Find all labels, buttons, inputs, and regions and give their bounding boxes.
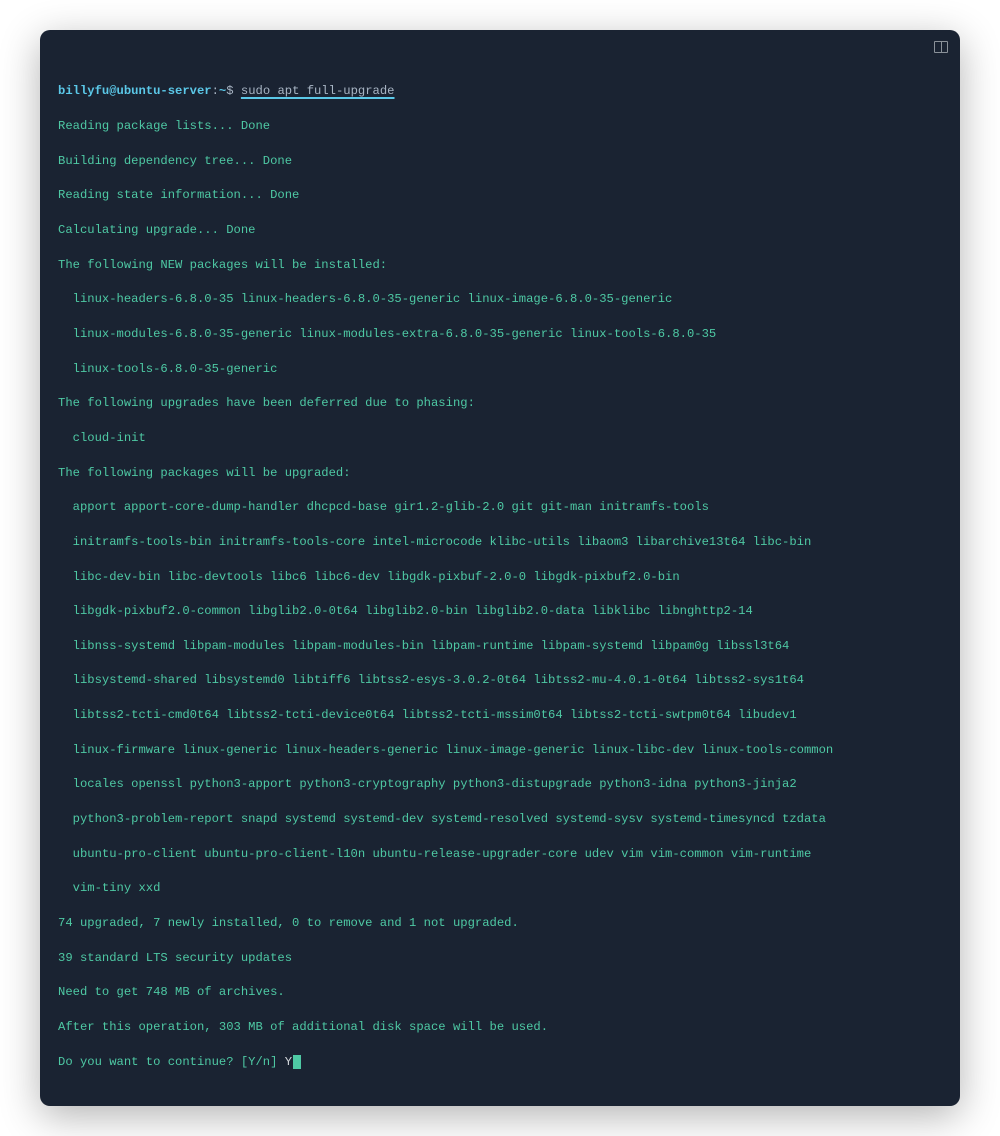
output-upgraded-header: The following packages will be upgraded: <box>58 465 942 482</box>
output-upgraded-package: libtss2-tcti-cmd0t64 libtss2-tcti-device… <box>58 707 942 724</box>
output-new-package: linux-tools-6.8.0-35-generic <box>58 361 942 378</box>
output-upgraded-package: apport apport-core-dump-handler dhcpcd-b… <box>58 499 942 516</box>
output-new-header: The following NEW packages will be insta… <box>58 257 942 274</box>
output-line: Calculating upgrade... Done <box>58 222 942 239</box>
output-line: Reading package lists... Done <box>58 118 942 135</box>
output-upgraded-package: python3-problem-report snapd systemd sys… <box>58 811 942 828</box>
output-upgraded-package: initramfs-tools-bin initramfs-tools-core… <box>58 534 942 551</box>
confirm-prompt: Do you want to continue? [Y/n] <box>58 1055 285 1069</box>
output-upgraded-package: locales openssl python3-apport python3-c… <box>58 776 942 793</box>
prompt-user-host: billyfu@ubuntu-server <box>58 84 212 98</box>
panel-toggle-icon[interactable] <box>934 41 948 53</box>
output-security: 39 standard LTS security updates <box>58 950 942 967</box>
output-upgraded-package: libc-dev-bin libc-devtools libc6 libc6-d… <box>58 569 942 586</box>
output-disk-space: After this operation, 303 MB of addition… <box>58 1019 942 1036</box>
output-summary: 74 upgraded, 7 newly installed, 0 to rem… <box>58 915 942 932</box>
output-upgraded-package: libsystemd-shared libsystemd0 libtiff6 l… <box>58 672 942 689</box>
output-upgraded-package: linux-firmware linux-generic linux-heade… <box>58 742 942 759</box>
confirm-response[interactable]: Y <box>285 1055 292 1069</box>
cursor <box>293 1055 301 1069</box>
output-upgraded-package: libnss-systemd libpam-modules libpam-mod… <box>58 638 942 655</box>
prompt-separator: : <box>212 84 219 98</box>
output-new-package: linux-modules-6.8.0-35-generic linux-mod… <box>58 326 942 343</box>
output-upgraded-package: ubuntu-pro-client ubuntu-pro-client-l10n… <box>58 846 942 863</box>
prompt-line: billyfu@ubuntu-server:~$ sudo apt full-u… <box>58 83 942 100</box>
output-deferred-header: The following upgrades have been deferre… <box>58 395 942 412</box>
prompt-symbol: $ <box>226 84 233 98</box>
terminal-window: billyfu@ubuntu-server:~$ sudo apt full-u… <box>40 30 960 1106</box>
command-text: sudo apt full-upgrade <box>241 84 395 98</box>
output-deferred-package: cloud-init <box>58 430 942 447</box>
output-archive-size: Need to get 748 MB of archives. <box>58 984 942 1001</box>
confirm-line: Do you want to continue? [Y/n] Y <box>58 1054 942 1071</box>
output-line: Building dependency tree... Done <box>58 153 942 170</box>
output-new-package: linux-headers-6.8.0-35 linux-headers-6.8… <box>58 291 942 308</box>
output-upgraded-package: libgdk-pixbuf2.0-common libglib2.0-0t64 … <box>58 603 942 620</box>
window-controls <box>934 40 948 58</box>
output-line: Reading state information... Done <box>58 187 942 204</box>
terminal-content[interactable]: billyfu@ubuntu-server:~$ sudo apt full-u… <box>40 30 960 1106</box>
output-upgraded-package: vim-tiny xxd <box>58 880 942 897</box>
